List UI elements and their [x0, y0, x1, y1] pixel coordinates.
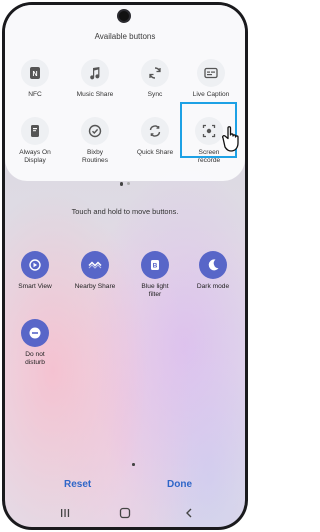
nfc-icon: N — [21, 59, 49, 87]
quick-share-icon — [141, 117, 169, 145]
nearby-share-button[interactable]: Nearby Share — [65, 251, 125, 291]
bixby-routines-button[interactable]: Bixby Routines — [65, 117, 125, 165]
always-on-display-button[interactable]: Always On Display — [5, 117, 65, 165]
recent-apps-icon — [61, 509, 70, 517]
available-buttons-title: Available buttons — [94, 32, 156, 41]
home-button[interactable] — [119, 507, 131, 522]
dark-mode-button[interactable]: Dark mode — [183, 251, 243, 291]
do-not-disturb-label: Do not disturb — [25, 351, 45, 366]
bixby-routines-icon — [81, 117, 109, 145]
music-share-label: Music Share — [76, 91, 114, 98]
sync-icon — [141, 59, 169, 87]
nfc-button[interactable]: N NFC — [5, 59, 65, 99]
smart-view-label: Smart View — [18, 283, 52, 290]
blue-light-filter-label: Blue light filter — [141, 283, 169, 298]
svg-text:N: N — [32, 71, 37, 78]
nfc-label: NFC — [28, 91, 42, 98]
nearby-share-icon — [81, 251, 109, 279]
recent-apps-button[interactable] — [59, 507, 71, 522]
dark-mode-label: Dark mode — [196, 283, 230, 290]
page-dot-active — [119, 182, 124, 186]
home-icon — [119, 507, 131, 519]
bixby-routines-label: Bixby Routines — [81, 149, 109, 164]
page-indicator — [5, 175, 245, 193]
smart-view-button[interactable]: Smart View — [5, 251, 65, 291]
music-share-icon — [81, 59, 109, 87]
screen: Available buttons N NFC Music Share Sync — [5, 5, 245, 527]
live-caption-label: Live Caption — [192, 91, 230, 98]
phone-frame: Available buttons N NFC Music Share Sync — [2, 2, 248, 530]
hint-text: Touch and hold to move buttons. — [71, 207, 179, 216]
back-icon — [186, 508, 192, 518]
always-on-display-label: Always On Display — [19, 149, 51, 164]
blue-light-filter-button[interactable]: B Blue light filter — [125, 251, 185, 299]
quick-share-button[interactable]: Quick Share — [125, 117, 185, 157]
do-not-disturb-icon — [21, 319, 49, 347]
live-caption-button[interactable]: Live Caption — [181, 59, 241, 99]
sync-button[interactable]: Sync — [125, 59, 185, 99]
quick-share-label: Quick Share — [136, 149, 174, 156]
page-dot — [132, 463, 135, 466]
music-share-button[interactable]: Music Share — [65, 59, 125, 99]
reset-button[interactable]: Reset — [64, 479, 91, 490]
svg-text:B: B — [153, 263, 158, 270]
sync-label: Sync — [147, 91, 163, 98]
dark-mode-icon — [199, 251, 227, 279]
page-dot — [127, 182, 131, 186]
always-on-display-icon — [21, 117, 49, 145]
front-camera — [119, 11, 129, 21]
live-caption-icon — [197, 59, 225, 87]
navigation-bar — [5, 507, 245, 523]
blue-light-filter-icon: B — [141, 251, 169, 279]
nearby-share-label: Nearby Share — [74, 283, 116, 290]
back-button[interactable] — [183, 507, 195, 522]
smart-view-icon — [21, 251, 49, 279]
do-not-disturb-button[interactable]: Do not disturb — [5, 319, 65, 367]
pointing-hand-icon — [222, 126, 239, 152]
done-button[interactable]: Done — [167, 479, 192, 490]
